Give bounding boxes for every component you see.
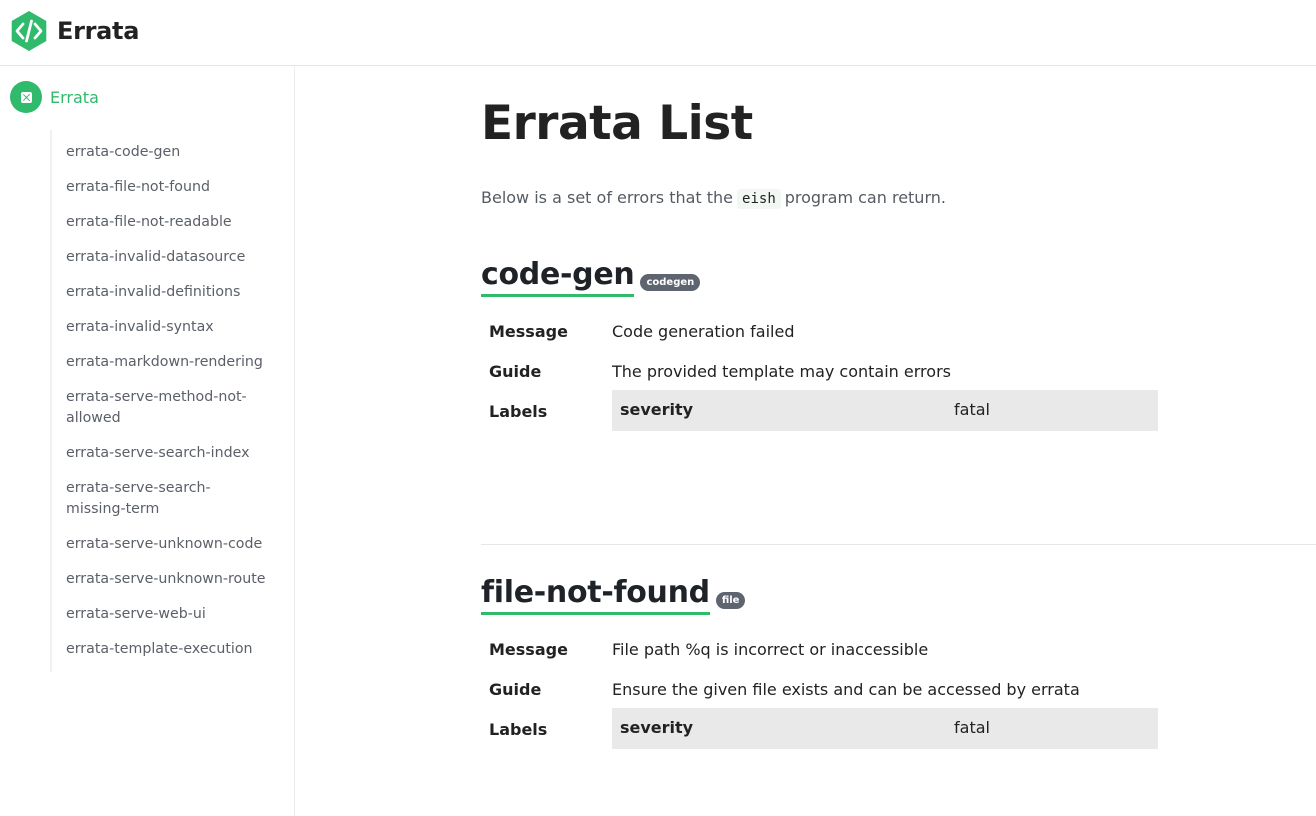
message-label: Message	[489, 640, 568, 659]
sidebar-item-label: errata-invalid-syntax	[66, 319, 214, 335]
guide-label: Guide	[489, 362, 542, 381]
sidebar-item-serve-search-missing-term[interactable]: errata-serve-search-missing-term	[52, 472, 280, 528]
sidebar-item-label: errata-template-execution	[66, 641, 253, 657]
guide-label: Guide	[489, 680, 542, 699]
sidebar-item-serve-unknown-code[interactable]: errata-serve-unknown-code	[52, 528, 280, 563]
label-key: severity	[620, 718, 694, 737]
sidebar-group-label: Errata	[50, 87, 99, 107]
entry-badge: file	[715, 592, 746, 609]
app-title: Errata	[57, 17, 140, 45]
label-key: severity	[620, 400, 694, 419]
sidebar-item-label: errata-file-not-found	[66, 179, 210, 195]
sidebar-item-label: errata-code-gen	[66, 144, 181, 160]
sidebar-item-label: errata-serve-search-index	[66, 445, 250, 461]
sidebar-item-template-execution[interactable]: errata-template-execution	[52, 633, 280, 668]
labels-row: Labels severity fatal	[481, 390, 1316, 441]
sidebar-item-serve-method-not-allowed[interactable]: errata-serve-method-not-allowed	[52, 381, 280, 437]
message-row: Message Code generation failed	[481, 321, 1316, 361]
sidebar-item-label: errata-serve-unknown-code	[66, 536, 263, 552]
sidebar-list: errata-code-gen errata-file-not-found er…	[50, 130, 280, 672]
intro-text: Below is a set of errors that the eish pro…	[481, 187, 946, 210]
sidebar-item-label: errata-invalid-definitions	[66, 284, 241, 300]
sidebar-item-label: errata-file-not-readable	[66, 214, 232, 230]
labels-label: Labels	[489, 402, 548, 421]
entry-code-link[interactable]: file-not-found	[481, 574, 710, 615]
program-code: eish	[737, 189, 781, 209]
labels-table: severity fatal	[612, 390, 1158, 431]
sidebar-item-label: errata-markdown-rendering	[66, 354, 263, 370]
entry-heading: code-gen codegen	[481, 256, 1316, 297]
guide-value: Ensure the given file exists and can be …	[612, 680, 1080, 699]
sidebar-group-errata[interactable]: Errata	[10, 81, 99, 113]
page-title: Errata List	[481, 96, 753, 151]
brand-link[interactable]: Errata	[8, 10, 139, 52]
sidebar-item-file-not-readable[interactable]: errata-file-not-readable	[52, 206, 280, 241]
intro-after: program can return.	[784, 188, 946, 207]
main-content: Errata List Below is a set of errors tha…	[481, 66, 1316, 816]
sidebar-item-label: errata-serve-search-missing-term	[66, 480, 211, 517]
error-entry-code-gen: code-gen codegen Message Code generation…	[481, 256, 1316, 441]
section-divider	[481, 544, 1316, 545]
guide-value: The provided template may contain errors	[612, 362, 951, 381]
labels-label: Labels	[489, 720, 548, 739]
labels-table: severity fatal	[612, 708, 1158, 749]
top-bar: Errata	[0, 0, 1316, 66]
label-value: fatal	[954, 400, 990, 419]
entry-badge: codegen	[640, 274, 701, 291]
sidebar-item-serve-unknown-route[interactable]: errata-serve-unknown-route	[52, 563, 280, 598]
intro-before: Below is a set of errors that the	[481, 188, 734, 207]
sidebar-item-file-not-found[interactable]: errata-file-not-found	[52, 171, 280, 206]
message-value: File path %q is incorrect or inaccessibl…	[612, 640, 929, 659]
sidebar-item-label: errata-serve-web-ui	[66, 606, 206, 622]
code-brackets-icon	[11, 11, 47, 51]
label-value: fatal	[954, 718, 990, 737]
message-row: Message File path %q is incorrect or ina…	[481, 639, 1316, 679]
sidebar-item-label: errata-serve-unknown-route	[66, 571, 266, 587]
sidebar-item-markdown-rendering[interactable]: errata-markdown-rendering	[52, 346, 280, 381]
message-label: Message	[489, 322, 568, 341]
message-value: Code generation failed	[612, 322, 795, 341]
sidebar-item-label: errata-serve-method-not-allowed	[66, 389, 247, 426]
entry-details: Message File path %q is incorrect or ina…	[481, 639, 1316, 759]
sidebar-item-label: errata-invalid-datasource	[66, 249, 246, 265]
entry-details: Message Code generation failed Guide The…	[481, 321, 1316, 441]
labels-row: Labels severity fatal	[481, 708, 1316, 759]
sidebar-item-serve-search-index[interactable]: errata-serve-search-index	[52, 437, 280, 472]
sidebar-item-code-gen[interactable]: errata-code-gen	[52, 136, 280, 171]
sidebar-item-serve-web-ui[interactable]: errata-serve-web-ui	[52, 598, 280, 633]
sidebar: Errata errata-code-gen errata-file-not-f…	[0, 66, 295, 816]
close-square-icon	[10, 81, 42, 113]
entry-code-link[interactable]: code-gen	[481, 256, 635, 297]
entry-heading: file-not-found file	[481, 574, 1316, 615]
sidebar-item-invalid-datasource[interactable]: errata-invalid-datasource	[52, 241, 280, 276]
sidebar-item-invalid-definitions[interactable]: errata-invalid-definitions	[52, 276, 280, 311]
error-entry-file-not-found: file-not-found file Message File path %q…	[481, 574, 1316, 759]
sidebar-item-invalid-syntax[interactable]: errata-invalid-syntax	[52, 311, 280, 346]
